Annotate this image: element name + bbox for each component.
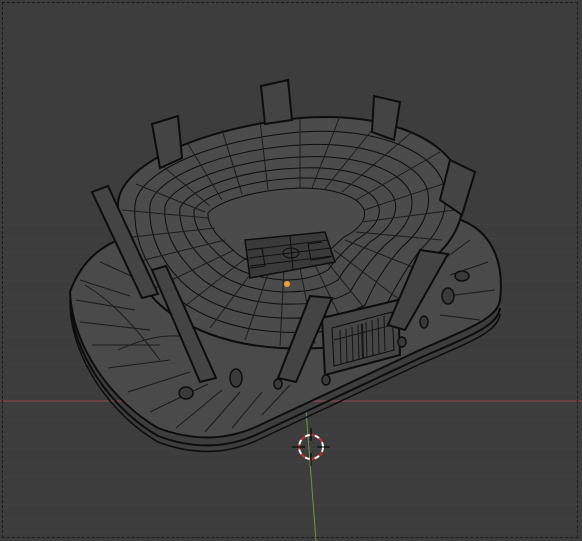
3d-viewport[interactable] [0, 0, 582, 541]
viewport-canvas[interactable] [0, 0, 582, 541]
object-origin-icon[interactable] [284, 281, 290, 287]
